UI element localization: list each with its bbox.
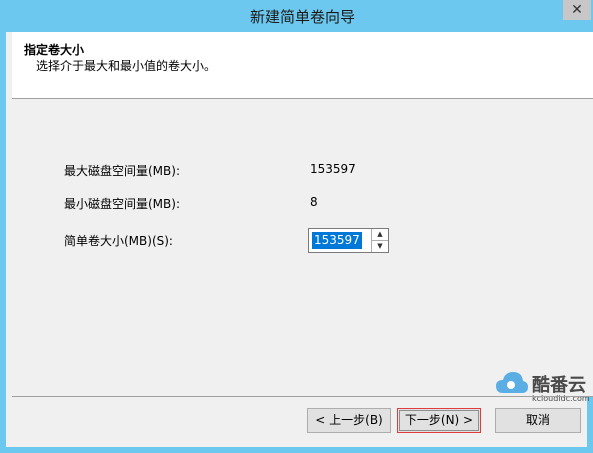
page-title: 指定卷大小 (24, 43, 85, 57)
back-button[interactable]: < 上一步(B) (307, 408, 391, 433)
close-icon[interactable]: ✕ (563, 0, 591, 20)
cloud-icon (496, 372, 528, 393)
volume-size-spinbox[interactable]: 153597 ▲ ▼ (308, 228, 389, 253)
watermark-logo: 酷番云 kcloudidc.com (494, 367, 593, 407)
next-button[interactable]: 下一步(N) > (397, 408, 481, 433)
wizard-window: 新建简单卷向导 ✕ 指定卷大小 选择介于最大和最小值的卷大小。 最大磁盘空间量(… (0, 0, 593, 453)
min-size-label: 最小磁盘空间量(MB): (64, 197, 180, 211)
chevron-up-icon[interactable]: ▲ (371, 229, 388, 241)
volume-size-label: 简单卷大小(MB)(S): (64, 234, 173, 248)
title-bar[interactable]: 新建简单卷向导 ✕ (6, 0, 593, 32)
max-size-label: 最大磁盘空间量(MB): (64, 164, 180, 178)
cancel-button[interactable]: 取消 (495, 408, 581, 433)
max-size-value: 153597 (310, 162, 356, 176)
chevron-down-icon[interactable]: ▼ (371, 241, 388, 252)
wizard-header: 指定卷大小 选择介于最大和最小值的卷大小。 (12, 32, 593, 99)
min-size-value: 8 (310, 195, 318, 209)
window-title: 新建简单卷向导 (249, 8, 355, 26)
page-subtitle: 选择介于最大和最小值的卷大小。 (36, 59, 217, 73)
volume-size-input[interactable]: 153597 (312, 232, 362, 249)
wizard-content: 最大磁盘空间量(MB): 153597 最小磁盘空间量(MB): 8 简单卷大小… (12, 99, 593, 396)
footer-divider (12, 396, 593, 397)
